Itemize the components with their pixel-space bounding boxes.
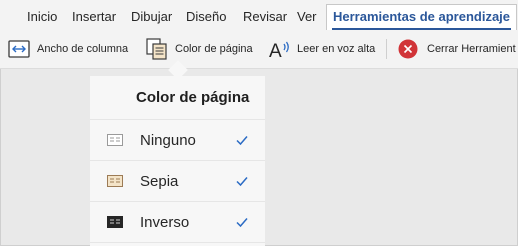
option-label: Sepia	[140, 172, 179, 190]
swatch-inverse-icon	[107, 216, 123, 228]
option-sepia[interactable]: Sepia	[90, 161, 265, 201]
page-color-label: Color de página	[175, 43, 253, 55]
read-aloud-button[interactable]: A Leer en voz alta	[269, 30, 375, 68]
read-aloud-label: Leer en voz alta	[297, 43, 376, 55]
tab-ver[interactable]: Ver	[297, 9, 317, 24]
tab-revisar[interactable]: Revisar	[243, 9, 287, 24]
divider	[90, 242, 265, 243]
swatch-white-icon	[107, 134, 123, 146]
svg-text:A: A	[269, 41, 282, 60]
page-color-dropdown: Color de página Ninguno Sepia Inverso	[90, 76, 265, 246]
checkmark-icon	[235, 133, 249, 147]
read-aloud-icon: A	[269, 38, 291, 60]
ribbon-toolbar: Ancho de columna Color de página A Leer …	[0, 30, 518, 69]
tab-herramientas-de-aprendizaje[interactable]: Herramientas de aprendizaje	[326, 4, 518, 30]
tab-diseno[interactable]: Diseño	[186, 9, 226, 24]
tab-insertar[interactable]: Insertar	[72, 9, 116, 24]
ribbon-separator	[386, 39, 387, 59]
close-learning-tools-button[interactable]: Cerrar Herramient	[398, 30, 516, 68]
option-ninguno[interactable]: Ninguno	[90, 120, 265, 160]
column-width-button[interactable]: Ancho de columna	[8, 30, 128, 68]
tab-inicio[interactable]: Inicio	[27, 9, 57, 24]
page-color-button[interactable]: Color de página	[146, 30, 253, 68]
checkmark-icon	[235, 215, 249, 229]
close-icon	[398, 39, 418, 59]
dropdown-title: Color de página	[136, 89, 250, 106]
option-label: Inverso	[140, 213, 190, 231]
close-learning-tools-label: Cerrar Herramient	[427, 43, 516, 55]
column-width-label: Ancho de columna	[37, 43, 129, 55]
tab-dibujar[interactable]: Dibujar	[131, 9, 172, 24]
column-width-icon	[8, 40, 30, 58]
option-inverso[interactable]: Inverso	[90, 202, 265, 242]
checkmark-icon	[235, 174, 249, 188]
menu-tab-bar: Inicio Insertar Dibujar Diseño Revisar V…	[0, 0, 518, 30]
swatch-sepia-icon	[107, 175, 123, 187]
page-color-icon	[146, 38, 168, 60]
option-label: Ninguno	[140, 131, 196, 149]
